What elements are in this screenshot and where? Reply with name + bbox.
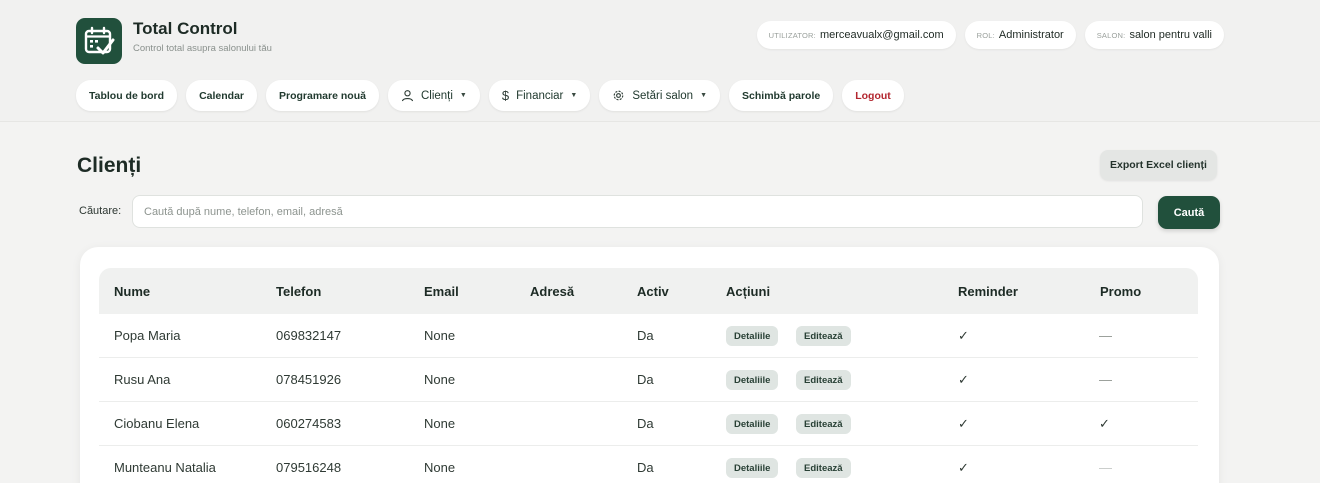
nav-new-appointment[interactable]: Programare nouă bbox=[266, 80, 379, 111]
cell-phone: 069832147 bbox=[276, 328, 342, 343]
role-label: ROL: bbox=[976, 30, 995, 40]
col-header-promo: Promo bbox=[1100, 284, 1142, 299]
nav-dashboard[interactable]: Tablou de bord bbox=[76, 80, 178, 111]
cell-name: Popa Maria bbox=[114, 328, 181, 343]
col-header-actions: Acțiuni bbox=[726, 284, 771, 299]
cell-promo: ✓ bbox=[1099, 416, 1110, 431]
brand-text: Total Control Control total asupra salon… bbox=[133, 18, 272, 54]
brand-subtitle: Control total asupra salonului tău bbox=[133, 43, 272, 54]
cell-phone: 078451926 bbox=[276, 372, 342, 387]
gear-icon bbox=[612, 89, 625, 102]
cell-reminder: ✓ bbox=[958, 416, 969, 431]
app-header: Total Control Control total asupra salon… bbox=[0, 0, 1320, 122]
details-button[interactable]: Detaliile bbox=[726, 370, 779, 390]
nav-financial-label: Financiar bbox=[516, 89, 564, 102]
salon-label: SALON: bbox=[1096, 30, 1126, 40]
table-row: Munteanu Natalia 079516248 None Da Detal… bbox=[99, 446, 1198, 483]
cell-active: Da bbox=[637, 372, 654, 387]
page-title: Clienți bbox=[77, 154, 142, 177]
cell-reminder: ✓ bbox=[958, 328, 969, 343]
main-nav: Tablou de bord Calendar Programare nouă … bbox=[76, 80, 904, 111]
cell-name: Munteanu Natalia bbox=[114, 460, 216, 475]
table-row: Rusu Ana 078451926 None Da Detaliile Edi… bbox=[99, 358, 1198, 402]
cell-promo: — bbox=[1099, 460, 1112, 475]
session-info: UTILIZATOR: merceavualx@gmail.com ROL: A… bbox=[756, 21, 1224, 49]
logout-button[interactable]: Logout bbox=[842, 80, 904, 111]
salon-pill: SALON: salon pentru valli bbox=[1084, 21, 1224, 49]
nav-change-passwords[interactable]: Schimbă parole bbox=[729, 80, 834, 111]
col-header-name: Nume bbox=[114, 284, 151, 299]
details-button[interactable]: Detaliile bbox=[726, 414, 779, 434]
nav-clients-label: Clienți bbox=[420, 89, 453, 102]
nav-salon-settings[interactable]: Setări salon ▼ bbox=[599, 80, 721, 111]
search-label: Căutare: bbox=[79, 205, 122, 217]
cell-reminder: ✓ bbox=[958, 460, 969, 475]
details-button[interactable]: Detaliile bbox=[726, 458, 779, 478]
cell-phone: 060274583 bbox=[276, 416, 342, 431]
cell-email: None bbox=[424, 416, 456, 431]
brand-title: Total Control bbox=[133, 19, 238, 38]
nav-clients[interactable]: Clienți ▼ bbox=[387, 80, 480, 111]
cell-email: None bbox=[424, 328, 456, 343]
col-header-reminder: Reminder bbox=[958, 284, 1018, 299]
user-label: UTILIZATOR: bbox=[768, 30, 816, 40]
caret-down-icon: ▼ bbox=[570, 92, 578, 99]
edit-button[interactable]: Editează bbox=[796, 414, 851, 434]
col-header-phone: Telefon bbox=[276, 284, 322, 299]
user-icon bbox=[401, 89, 414, 102]
nav-calendar[interactable]: Calendar bbox=[186, 80, 257, 111]
cell-name: Ciobanu Elena bbox=[114, 416, 200, 431]
search-button[interactable]: Caută bbox=[1158, 196, 1220, 229]
table-row: Ciobanu Elena 060274583 None Da Detaliil… bbox=[99, 402, 1198, 446]
caret-down-icon: ▼ bbox=[700, 92, 708, 99]
col-header-email: Email bbox=[424, 284, 459, 299]
cell-phone: 079516248 bbox=[276, 460, 342, 475]
export-excel-button[interactable]: Export Excel clienți bbox=[1100, 150, 1217, 180]
brand[interactable]: Total Control Control total asupra salon… bbox=[76, 18, 272, 64]
cell-promo: — bbox=[1099, 372, 1112, 387]
nav-salon-settings-label: Setări salon bbox=[632, 89, 694, 102]
cell-promo: — bbox=[1099, 328, 1112, 343]
search-input[interactable] bbox=[132, 195, 1143, 228]
calendar-check-icon bbox=[76, 18, 122, 64]
table-row: Popa Maria 069832147 None Da Detaliile E… bbox=[99, 314, 1198, 358]
cell-active: Da bbox=[637, 460, 654, 475]
edit-button[interactable]: Editează bbox=[796, 370, 851, 390]
user-value: merceavualx@gmail.com bbox=[819, 29, 944, 41]
edit-button[interactable]: Editează bbox=[796, 326, 851, 346]
cell-email: None bbox=[424, 460, 456, 475]
col-header-active: Activ bbox=[637, 284, 669, 299]
col-header-address: Adresă bbox=[530, 284, 575, 299]
salon-value: salon pentru valli bbox=[1129, 29, 1212, 41]
caret-down-icon: ▼ bbox=[459, 92, 467, 99]
nav-financial[interactable]: $ Financiar ▼ bbox=[488, 80, 591, 111]
cell-email: None bbox=[424, 372, 456, 387]
cell-active: Da bbox=[637, 328, 654, 343]
role-value: Administrator bbox=[998, 29, 1064, 41]
role-pill: ROL: Administrator bbox=[964, 21, 1076, 49]
edit-button[interactable]: Editează bbox=[796, 458, 851, 478]
cell-active: Da bbox=[637, 416, 654, 431]
dollar-icon: $ bbox=[501, 88, 510, 103]
details-button[interactable]: Detaliile bbox=[726, 326, 779, 346]
cell-reminder: ✓ bbox=[958, 372, 969, 387]
user-pill: UTILIZATOR: merceavualx@gmail.com bbox=[756, 21, 956, 49]
cell-name: Rusu Ana bbox=[114, 372, 171, 387]
